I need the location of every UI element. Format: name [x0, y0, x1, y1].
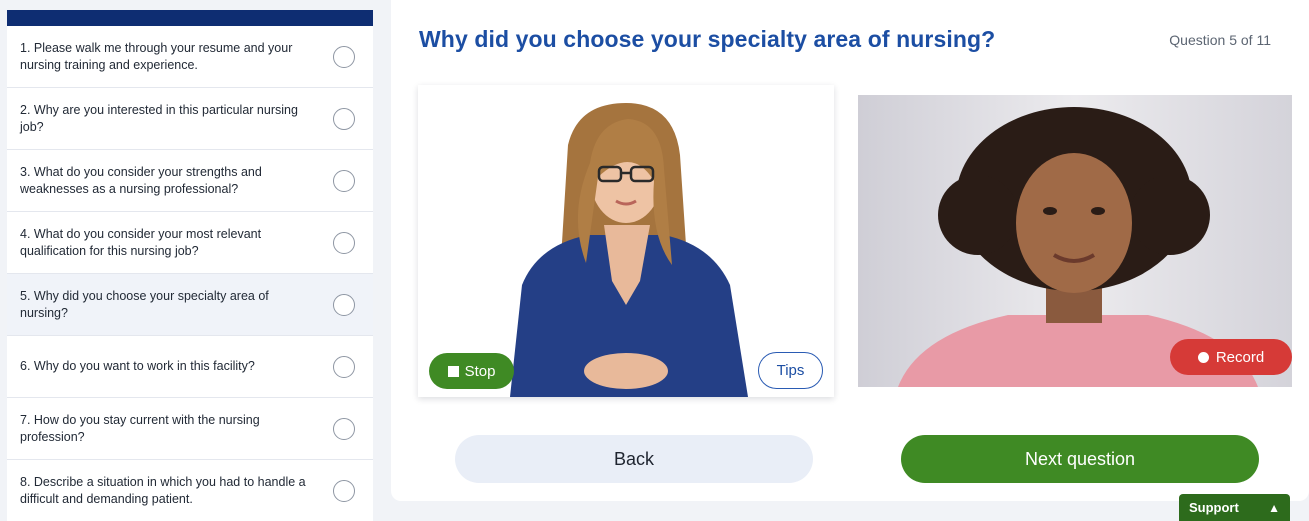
interviewer-video-frame [418, 85, 834, 397]
chevron-up-icon: ▲ [1268, 500, 1280, 515]
question-label: 2. Why are you interested in this partic… [20, 102, 298, 134]
main-panel: Why did you choose your specialty area o… [391, 0, 1309, 501]
question-label: 5. Why did you choose your specialty are… [20, 288, 269, 320]
status-circle-icon [333, 355, 355, 378]
question-label: 4. What do you consider your most releva… [20, 226, 262, 258]
status-circle-icon [333, 107, 355, 130]
record-dot-icon [1197, 351, 1209, 363]
back-button[interactable]: Back [455, 435, 813, 483]
question-counter: Question 5 of 11 [1169, 32, 1271, 48]
status-circle-icon [333, 231, 355, 254]
question-item[interactable]: 6. Why do you want to work in this facil… [7, 336, 373, 398]
support-tab[interactable]: Support ▲ [1179, 494, 1290, 521]
record-button[interactable]: Record [1170, 339, 1292, 375]
interviewer-video[interactable]: Stop Tips [418, 85, 834, 397]
question-label: 7. How do you stay current with the nurs… [20, 412, 260, 444]
status-circle-icon [333, 417, 355, 440]
record-button-label: Record [1215, 348, 1265, 366]
status-circle-icon [333, 45, 355, 68]
question-item[interactable]: 2. Why are you interested in this partic… [7, 88, 373, 150]
page-title: Why did you choose your specialty area o… [419, 26, 996, 52]
interview-app: 1. Please walk me through your resume an… [0, 0, 1309, 521]
candidate-camera: Record [858, 95, 1292, 387]
question-sidebar: 1. Please walk me through your resume an… [7, 10, 373, 521]
tips-button[interactable]: Tips [758, 352, 823, 389]
stop-button[interactable]: Stop [429, 353, 514, 389]
question-item[interactable]: 1. Please walk me through your resume an… [7, 26, 373, 88]
question-label: 8. Describe a situation in which you had… [20, 474, 306, 506]
question-item[interactable]: 7. How do you stay current with the nurs… [7, 398, 373, 460]
question-item[interactable]: 5. Why did you choose your specialty are… [7, 274, 373, 336]
question-item[interactable]: 3. What do you consider your strengths a… [7, 150, 373, 212]
question-label: 1. Please walk me through your resume an… [20, 40, 293, 72]
status-circle-icon [333, 169, 355, 192]
question-label: 6. Why do you want to work in this facil… [20, 359, 255, 373]
support-label: Support [1189, 500, 1239, 515]
next-question-button[interactable]: Next question [901, 435, 1259, 483]
status-circle-icon [333, 293, 355, 316]
question-list: 1. Please walk me through your resume an… [7, 26, 373, 521]
status-circle-icon [333, 479, 355, 502]
question-label: 3. What do you consider your strengths a… [20, 164, 262, 196]
sidebar-header-bar [7, 10, 373, 26]
question-item[interactable]: 4. What do you consider your most releva… [7, 212, 373, 274]
stop-button-label: Stop [464, 362, 496, 380]
stop-icon [447, 365, 459, 377]
question-item[interactable]: 8. Describe a situation in which you had… [7, 460, 373, 521]
